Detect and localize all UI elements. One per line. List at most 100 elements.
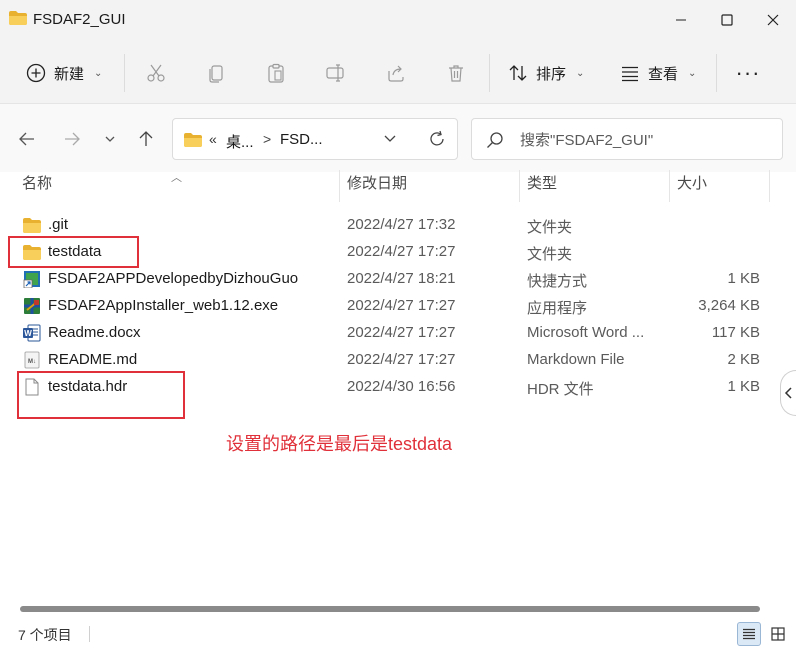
markdown-file-icon: M↓ [24,351,40,369]
file-name: FSDAF2APPDevelopedbyDizhouGuo [48,270,299,287]
title-bar: FSDAF2_GUI [0,0,796,40]
file-date: 2022/4/27 17:32 [347,216,456,233]
file-row[interactable]: W Readme.docx 2022/4/27 17:27 Microsoft … [14,320,770,347]
chevron-down-icon: ⌄ [576,67,585,79]
svg-text:M↓: M↓ [28,359,36,365]
folder-icon [9,11,27,25]
file-size: 1 KB [727,270,760,287]
breadcrumb-current[interactable]: FSD... [280,131,323,148]
close-button[interactable] [750,0,796,40]
view-icon [622,66,638,82]
new-label: 新建 [54,65,85,83]
column-header-type[interactable]: 类型 [527,172,557,202]
window-title: FSDAF2_GUI [33,11,126,28]
folder-icon [184,133,202,147]
annotation-box-testdata-folder [8,236,139,268]
column-divider[interactable] [769,170,770,202]
breadcrumb-overflow[interactable]: « [209,131,217,147]
copy-button[interactable] [201,58,231,88]
back-button[interactable] [12,124,42,154]
minimize-button[interactable] [658,0,704,40]
details-view-button[interactable] [737,622,761,646]
file-row[interactable]: M↓ README.md 2022/4/27 17:27 Markdown Fi… [14,347,770,374]
file-row[interactable]: FSDAF2APPDevelopedbyDizhouGuo 2022/4/27 … [14,266,770,293]
close-icon [767,14,779,26]
status-divider [89,626,90,642]
file-type: HDR 文件 [527,381,594,398]
paste-button[interactable] [261,58,291,88]
sort-icon [509,65,527,81]
delete-button[interactable] [441,58,471,88]
file-type: Microsoft Word ... [527,324,645,341]
view-button[interactable]: 查看 ⌄ [612,56,704,90]
arrow-right-icon [65,132,80,146]
column-header-date[interactable]: 修改日期 [347,172,407,202]
file-size: 1 KB [727,378,760,395]
more-options-button[interactable]: ··· [730,56,766,90]
address-bar[interactable]: « 桌... > FSD... [172,118,458,160]
file-name: .git [48,216,69,233]
search-icon [487,132,503,148]
maximize-button[interactable] [704,0,750,40]
chevron-down-icon: ⌄ [688,67,697,79]
file-size: 117 KB [711,324,760,341]
svg-text:W: W [24,329,32,338]
annotation-box-testdata-hdr [17,371,185,419]
file-type: 文件夹 [527,246,573,263]
cut-button[interactable] [141,58,171,88]
arrow-left-icon [19,132,34,146]
column-divider[interactable] [339,170,340,202]
breadcrumb-separator[interactable]: > [263,131,271,147]
folder-icon [23,218,41,233]
file-type: Markdown File [527,351,625,368]
add-icon [26,63,46,83]
chevron-down-icon [105,136,115,142]
file-row[interactable]: FSDAF2AppInstaller_web1.12.exe 2022/4/27… [14,293,770,320]
new-button[interactable]: 新建 ⌄ [18,56,110,90]
breadcrumb-desktop[interactable]: 桌... [226,131,254,152]
rename-button[interactable] [321,58,351,88]
horizontal-scrollbar[interactable] [20,606,760,612]
file-row[interactable]: .git 2022/4/27 17:32 文件夹 [14,212,770,239]
arrow-up-icon [139,131,153,146]
forward-button[interactable] [57,124,87,154]
sort-ascending-icon: ︿ [171,172,182,184]
toolbar-divider [489,54,490,92]
file-date: 2022/4/30 16:56 [347,378,456,395]
address-history-dropdown[interactable] [383,131,397,148]
tiles-view-button[interactable] [766,622,790,646]
file-name: FSDAF2AppInstaller_web1.12.exe [48,297,279,314]
toolbar-divider [124,54,125,92]
file-date: 2022/4/27 18:21 [347,270,456,287]
more-icon: ··· [735,60,761,85]
column-divider[interactable] [669,170,670,202]
share-button[interactable] [381,58,411,88]
command-bar: 新建 ⌄ 排序 ⌄ 查看 ⌄ ··· [0,40,796,104]
view-label: 查看 [648,65,679,83]
column-divider[interactable] [519,170,520,202]
file-name: README.md [48,351,138,368]
column-header-name[interactable]: 名称 [22,172,52,202]
details-view-icon [743,628,755,640]
file-date: 2022/4/27 17:27 [347,351,456,368]
clipboard-icon [268,63,284,83]
chevron-down-icon: ⌄ [94,67,103,79]
share-icon [388,65,404,82]
chevron-left-icon [784,387,792,399]
refresh-icon [430,130,444,146]
word-doc-icon: W [23,324,41,342]
file-date: 2022/4/27 17:27 [347,243,456,260]
item-count: 7 个项目 [18,627,72,643]
search-box[interactable] [471,118,783,160]
recent-locations-button[interactable] [95,124,125,154]
file-name: Readme.docx [48,324,141,341]
trash-icon [449,65,463,82]
side-panel-toggle[interactable] [780,370,796,416]
column-header-size[interactable]: 大小 [677,172,707,202]
up-button[interactable] [131,124,161,154]
maximize-icon [721,14,733,26]
file-size: 2 KB [727,351,760,368]
refresh-button[interactable] [425,127,449,151]
sort-button[interactable]: 排序 ⌄ [500,56,592,90]
search-input[interactable] [520,129,770,151]
